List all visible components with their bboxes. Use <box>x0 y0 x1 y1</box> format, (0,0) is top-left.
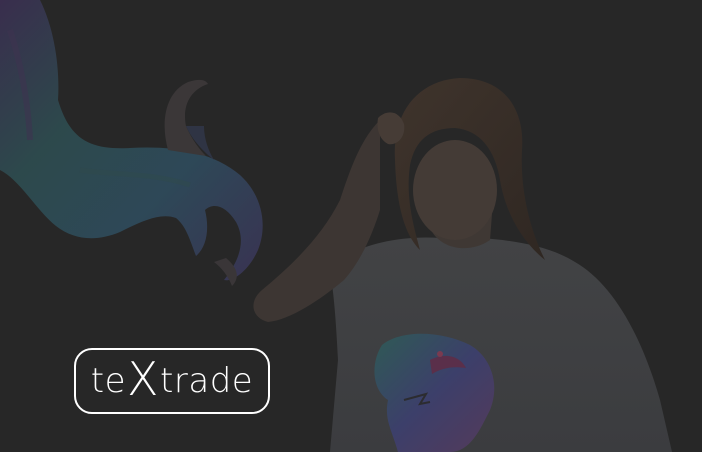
logo-text-x: X <box>127 352 160 406</box>
logo-text-trade: trade <box>160 361 254 401</box>
model-with-dino-tshirt-photo <box>253 78 672 452</box>
textrade-logo[interactable]: te Xtrade <box>74 348 270 414</box>
logo-text-te: te <box>90 361 127 401</box>
hero-banner: te Xtrade <box>0 0 702 452</box>
dinosaur-claw-artwork <box>0 0 263 286</box>
